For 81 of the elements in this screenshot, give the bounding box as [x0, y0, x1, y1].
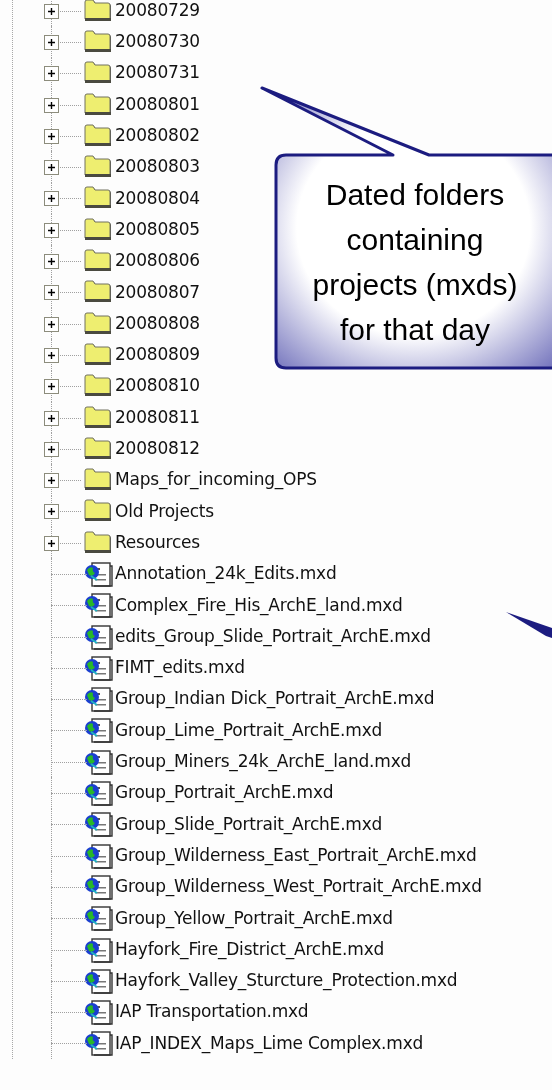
callout-tail	[506, 612, 552, 638]
folder-name[interactable]: 20080730	[115, 29, 200, 55]
folder-icon	[83, 216, 113, 243]
map-document-icon	[83, 905, 113, 932]
expand-icon[interactable]	[44, 535, 59, 551]
expand-icon[interactable]	[44, 254, 59, 269]
map-document-icon	[83, 1030, 113, 1057]
folder-name[interactable]: 20080808	[115, 310, 200, 337]
file-name[interactable]: Group_Slide_Portrait_ArchE.mxd	[115, 811, 383, 838]
file-name[interactable]: IAP Transportation.mxd	[115, 999, 309, 1025]
expand-icon[interactable]	[44, 316, 59, 332]
folder-icon	[83, 404, 113, 431]
expand-icon[interactable]	[44, 3, 59, 19]
folder-name[interactable]: Maps_for_incoming_OPS	[115, 467, 317, 493]
expand-icon[interactable]	[44, 34, 59, 50]
file-name[interactable]: Group_Miners_24k_ArchE_land.mxd	[115, 749, 412, 775]
folder-icon	[83, 0, 113, 24]
file-name[interactable]: IAP_INDEX_Maps_Lime Complex.mxd	[115, 1030, 424, 1057]
map-document-icon	[83, 561, 113, 587]
map-document-icon	[83, 654, 113, 681]
map-document-icon	[83, 748, 113, 775]
expand-icon[interactable]	[44, 473, 59, 489]
folder-icon	[83, 122, 113, 149]
folder-name[interactable]: 20080804	[115, 185, 200, 212]
expand-icon[interactable]	[44, 66, 59, 82]
expand-icon[interactable]	[44, 347, 59, 363]
folder-name[interactable]: 20080731	[115, 60, 200, 86]
expand-icon[interactable]	[44, 410, 59, 426]
folder-name[interactable]: 20080803	[115, 154, 200, 180]
folder-icon	[83, 529, 113, 556]
file-name[interactable]: Group_Wilderness_East_Portrait_ArchE.mxd	[115, 842, 477, 869]
map-document-icon	[83, 623, 113, 650]
folder-icon	[83, 248, 113, 274]
file-name[interactable]: Hayfork_Valley_Sturcture_Protection.mxd	[115, 968, 458, 994]
expand-icon[interactable]	[44, 285, 59, 301]
file-name[interactable]: Complex_Fire_His_ArchE_land.mxd	[115, 592, 403, 619]
folder-name[interactable]: 20080802	[115, 123, 200, 149]
file-name[interactable]: Annotation_24k_Edits.mxd	[115, 561, 337, 587]
expand-icon[interactable]	[44, 128, 59, 144]
callout-text: Dated folders containing projects (mxds) for that day	[312, 177, 518, 348]
file-name[interactable]: Group_Indian Dick_Portrait_ArchE.mxd	[115, 686, 435, 712]
folder-icon	[83, 435, 113, 462]
folder-icon	[83, 28, 113, 55]
map-document-icon	[83, 842, 113, 869]
file-name[interactable]: Group_Lime_Portrait_ArchE.mxd	[115, 717, 383, 744]
file-name[interactable]: edits_Group_Slide_Portrait_ArchE.mxd	[115, 623, 431, 650]
file-name[interactable]: Group_Wilderness_West_Portrait_ArchE.mxd	[115, 874, 482, 900]
expand-icon[interactable]	[44, 160, 59, 176]
folder-name[interactable]: 20080729	[115, 0, 200, 24]
file-name[interactable]: Group_Portrait_ArchE.mxd	[115, 780, 334, 806]
folder-icon	[83, 310, 113, 337]
map-document-icon	[83, 592, 113, 619]
expand-icon[interactable]	[44, 97, 59, 113]
expand-icon[interactable]	[44, 191, 59, 207]
folder-icon	[83, 91, 113, 118]
folder-name[interactable]: Old Projects	[115, 498, 214, 525]
expand-icon[interactable]	[44, 504, 59, 520]
folder-name[interactable]: 20080810	[115, 373, 200, 399]
map-document-icon	[83, 811, 113, 838]
folder-name[interactable]: 20080801	[115, 91, 200, 118]
map-document-icon	[83, 873, 113, 900]
folder-name[interactable]: 20080811	[115, 404, 200, 431]
map-document-icon	[83, 967, 113, 994]
map-document-icon	[83, 717, 113, 744]
expand-icon[interactable]	[44, 379, 59, 395]
folder-icon	[83, 341, 113, 368]
folder-name[interactable]: 20080806	[115, 248, 200, 274]
map-document-icon	[83, 780, 113, 807]
folder-name[interactable]: 20080809	[115, 342, 200, 368]
file-name[interactable]: Hayfork_Fire_District_ArchE.mxd	[115, 936, 385, 963]
folder-name[interactable]: 20080812	[115, 436, 200, 462]
folder-name[interactable]: 20080805	[115, 216, 200, 243]
map-document-icon	[83, 936, 113, 963]
expand-icon[interactable]	[44, 222, 59, 238]
file-name[interactable]: FIMT_edits.mxd	[115, 655, 245, 681]
folder-name[interactable]: Resources	[115, 529, 201, 556]
folder-name[interactable]: 20080807	[115, 279, 200, 306]
map-document-icon	[83, 686, 113, 713]
expand-icon[interactable]	[44, 441, 59, 457]
map-document-icon	[83, 999, 113, 1026]
file-name[interactable]: Group_Yellow_Portrait_ArchE.mxd	[115, 905, 393, 931]
